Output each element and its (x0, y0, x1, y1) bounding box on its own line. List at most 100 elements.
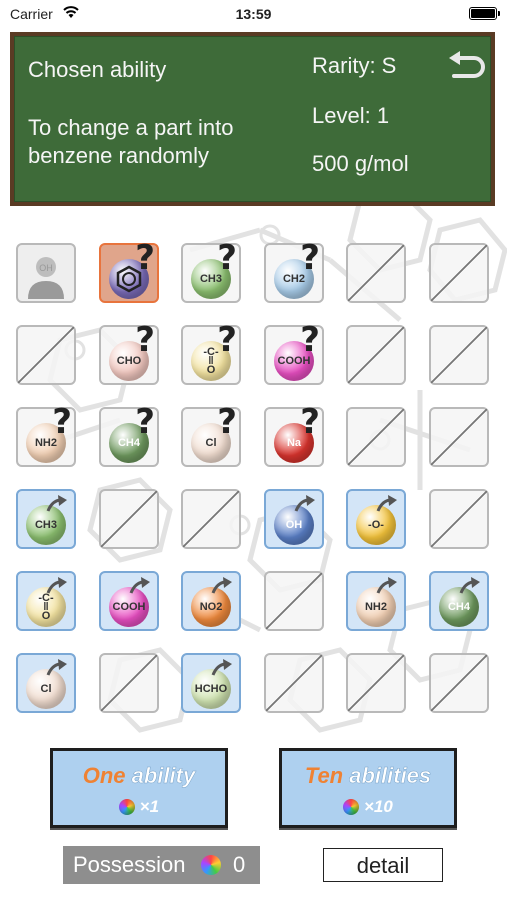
question-mark-icon: ? (135, 402, 155, 442)
board-title: Chosen ability (28, 57, 167, 82)
level-label: Level: 1 (312, 103, 390, 128)
ability-grid: OH? CH3? CH2? CHO? -C- ‖ O? COOH? NH2? CH4? Cl? N… (16, 238, 496, 713)
molecule-label: OH (285, 519, 303, 531)
detail-button[interactable]: detail (323, 848, 443, 882)
ability-slot[interactable]: Cl? (181, 402, 241, 467)
empty-slot[interactable] (429, 243, 489, 303)
possession-count: 0 (233, 852, 246, 877)
empty-slot[interactable] (264, 653, 324, 713)
empty-slot[interactable] (99, 489, 159, 549)
empty-slot[interactable] (429, 653, 489, 713)
ability-slot[interactable]: HCHO (181, 653, 241, 713)
clock: 13:59 (235, 6, 272, 22)
molecule-label: -O- (368, 519, 384, 531)
ability-slot[interactable]: CH3? (181, 238, 241, 303)
question-mark-icon: ? (217, 320, 237, 360)
upgrade-arrow-icon (294, 495, 315, 512)
ability-slot[interactable]: OH (264, 489, 324, 549)
ability-slot[interactable]: ? (99, 238, 159, 303)
avatar: OH (28, 257, 64, 299)
ability-slot[interactable]: Na? (264, 402, 324, 467)
back-arrow-icon[interactable] (446, 50, 486, 84)
molar-mass-label: 500 g/mol (312, 151, 409, 176)
molecule-label: CH4 (117, 437, 140, 449)
molecule-label: Cl (40, 683, 52, 695)
molecule-label: -C- ‖ O (203, 345, 219, 376)
molecule-label: NO2 (199, 601, 223, 613)
rarity-label: Rarity: S (312, 53, 397, 78)
ability-slot[interactable]: Cl (16, 653, 76, 713)
empty-slot[interactable] (346, 325, 406, 385)
rainbow-orb-icon (118, 799, 135, 815)
molecule-label: HCHO (194, 683, 228, 695)
possession-label: Possession (73, 852, 186, 877)
ten-abilities-cost: ×10 (282, 797, 454, 817)
empty-slot[interactable] (429, 407, 489, 467)
upgrade-arrow-icon (376, 577, 397, 594)
question-mark-icon: ? (135, 238, 155, 278)
question-mark-icon: ? (217, 238, 237, 278)
status-bar: Carrier 13:59 (0, 0, 507, 30)
empty-slot[interactable] (429, 325, 489, 385)
ability-slot[interactable]: COOH? (264, 320, 324, 385)
empty-slot[interactable] (346, 407, 406, 467)
ability-slot[interactable]: COOH (99, 571, 159, 631)
ten-abilities-title: Ten abilities (304, 763, 432, 789)
ten-abilities-button[interactable]: Ten abilities ×10 (279, 748, 457, 828)
molecule-label: CH4 (447, 601, 470, 613)
possession-counter: Possession 0 (63, 846, 260, 884)
one-ability-cost: ×1 (53, 797, 225, 817)
rainbow-orb-icon (343, 799, 360, 815)
question-mark-icon: ? (300, 402, 320, 442)
molecule-label: CH3 (34, 519, 57, 531)
ability-slot[interactable]: -O- (346, 489, 406, 549)
empty-slot[interactable] (264, 571, 324, 631)
molecule-label: CHO (116, 355, 142, 367)
question-mark-icon: ? (300, 238, 320, 278)
question-mark-icon: ? (300, 320, 320, 360)
molecule-label: Cl (205, 437, 217, 449)
avatar-slot[interactable]: OH (16, 243, 76, 303)
molecule-label: NH2 (364, 601, 387, 613)
upgrade-arrow-icon (211, 577, 232, 594)
question-mark-icon: ? (52, 402, 72, 442)
empty-slot[interactable] (99, 653, 159, 713)
ability-slot[interactable]: CH3 (16, 489, 76, 549)
upgrade-arrow-icon (46, 495, 67, 512)
empty-slot[interactable] (346, 243, 406, 303)
molecule-label: COOH (112, 601, 146, 613)
molecule-label: -C- ‖ O (38, 591, 54, 622)
molecule-label: COOH (277, 355, 311, 367)
molecule-label: CH3 (199, 273, 222, 285)
empty-slot[interactable] (16, 325, 76, 385)
empty-slot[interactable] (429, 489, 489, 549)
rainbow-orb-icon (201, 855, 221, 875)
question-mark-icon: ? (217, 402, 237, 442)
ability-info-board: Chosen ability To change a part into ben… (10, 32, 495, 206)
upgrade-arrow-icon (211, 659, 232, 676)
ability-slot[interactable]: CH4? (99, 402, 159, 467)
ability-slot[interactable]: NO2 (181, 571, 241, 631)
upgrade-arrow-icon (46, 659, 67, 676)
molecule-label: Na (286, 437, 302, 449)
molecule-label: CH2 (282, 273, 305, 285)
upgrade-arrow-icon (129, 577, 150, 594)
ability-slot[interactable]: CH4 (429, 571, 489, 631)
upgrade-arrow-icon (376, 495, 397, 512)
one-ability-title: One ability (82, 763, 196, 789)
upgrade-arrow-icon (459, 577, 480, 594)
ability-slot[interactable]: NH2 (346, 571, 406, 631)
molecule-label: NH2 (34, 437, 57, 449)
ability-slot[interactable]: -C- ‖ O? (181, 320, 241, 385)
ability-slot[interactable]: NH2? (16, 402, 76, 467)
ability-slot[interactable]: CH2? (264, 238, 324, 303)
ability-description: To change a part into benzene randomly (28, 115, 234, 168)
ability-slot[interactable]: CHO? (99, 320, 159, 385)
ability-slot[interactable]: -C- ‖ O (16, 571, 76, 631)
battery-icon (469, 7, 500, 20)
question-mark-icon: ? (135, 320, 155, 360)
one-ability-button[interactable]: One ability ×1 (50, 748, 228, 828)
empty-slot[interactable] (181, 489, 241, 549)
empty-slot[interactable] (346, 653, 406, 713)
svg-text:OH: OH (39, 263, 53, 273)
